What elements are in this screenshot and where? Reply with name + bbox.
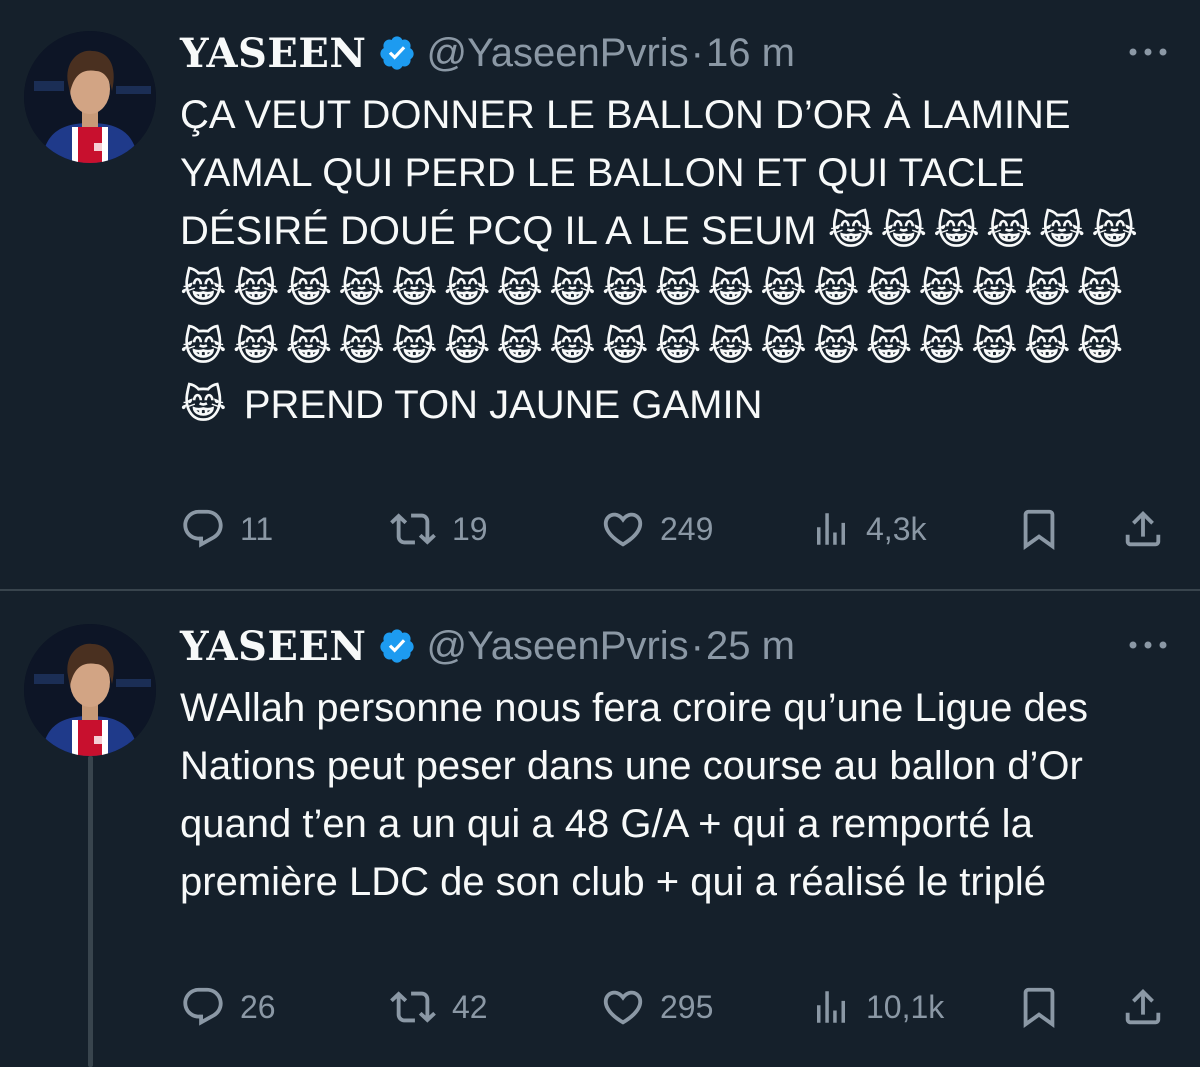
action-bar: 11 19 249 4,3k xyxy=(180,506,1176,552)
retweet-button[interactable]: 42 xyxy=(388,984,488,1030)
verified-badge-icon xyxy=(378,627,416,665)
views-icon xyxy=(817,513,845,545)
like-count: 249 xyxy=(660,510,714,547)
retweet-count: 19 xyxy=(452,510,488,547)
thread-line xyxy=(88,756,93,1067)
reply-button[interactable]: 11 xyxy=(180,506,273,552)
more-icon[interactable] xyxy=(1126,635,1170,660)
reply-icon xyxy=(183,509,223,548)
retweet-count: 42 xyxy=(452,988,488,1025)
tweet[interactable]: YASEEN @YaseenPvris · 25 m WAllah person… xyxy=(0,591,1200,1067)
tweet-content: YASEEN @YaseenPvris · 16 m ÇA VEUT DONNE… xyxy=(180,28,1176,434)
avatar[interactable] xyxy=(24,624,156,756)
retweet-icon xyxy=(390,991,436,1023)
tweet-text: ÇA VEUT DONNER LE BALLON D’OR À LAMINE Y… xyxy=(180,86,1176,434)
handle[interactable]: @YaseenPvris xyxy=(426,31,688,76)
like-button[interactable]: 249 xyxy=(600,506,713,552)
reply-count: 11 xyxy=(240,510,274,547)
separator-dot: · xyxy=(690,623,704,668)
retweet-button[interactable]: 19 xyxy=(388,506,488,552)
separator-dot: · xyxy=(690,30,704,75)
timestamp[interactable]: 16 m xyxy=(706,31,795,76)
action-bar: 26 42 295 10,1k xyxy=(180,984,1176,1030)
heart-icon xyxy=(603,512,643,547)
views-button[interactable]: 10,1k xyxy=(810,984,944,1030)
views-count: 10,1k xyxy=(866,988,945,1025)
bookmark-icon xyxy=(1023,987,1055,1028)
tweet-content: YASEEN @YaseenPvris · 25 m WAllah person… xyxy=(180,621,1176,911)
share-icon xyxy=(1125,510,1161,547)
share-button[interactable] xyxy=(1120,506,1166,552)
views-icon xyxy=(817,991,845,1023)
tweet-text: WAllah personne nous fera croire qu’une … xyxy=(180,686,1088,904)
display-name[interactable]: YASEEN xyxy=(180,623,366,670)
tweet-header: YASEEN @YaseenPvris · 16 m xyxy=(180,28,1176,78)
tweet-text-end: PREND TON JAUNE GAMIN xyxy=(232,383,763,427)
tweet-header: YASEEN @YaseenPvris · 25 m xyxy=(180,621,1176,671)
bookmark-icon xyxy=(1023,509,1055,550)
views-button[interactable]: 4,3k xyxy=(810,506,926,552)
reply-count: 26 xyxy=(240,988,276,1025)
handle[interactable]: @YaseenPvris xyxy=(426,624,688,669)
share-button[interactable] xyxy=(1120,984,1166,1030)
avatar[interactable] xyxy=(24,31,156,163)
timestamp[interactable]: 25 m xyxy=(706,624,795,669)
like-button[interactable]: 295 xyxy=(600,984,713,1030)
reply-button[interactable]: 26 xyxy=(180,984,276,1030)
bookmark-button[interactable] xyxy=(1016,984,1062,1030)
more-icon[interactable] xyxy=(1126,42,1170,67)
tweet[interactable]: YASEEN @YaseenPvris · 16 m ÇA VEUT DONNE… xyxy=(0,0,1200,590)
verified-badge-icon xyxy=(378,34,416,72)
bookmark-button[interactable] xyxy=(1016,506,1062,552)
share-icon xyxy=(1125,988,1161,1025)
retweet-icon xyxy=(390,513,436,545)
reply-icon xyxy=(183,987,223,1026)
views-count: 4,3k xyxy=(866,510,927,547)
heart-icon xyxy=(603,990,643,1025)
display-name[interactable]: YASEEN xyxy=(180,30,366,77)
like-count: 295 xyxy=(660,988,714,1025)
